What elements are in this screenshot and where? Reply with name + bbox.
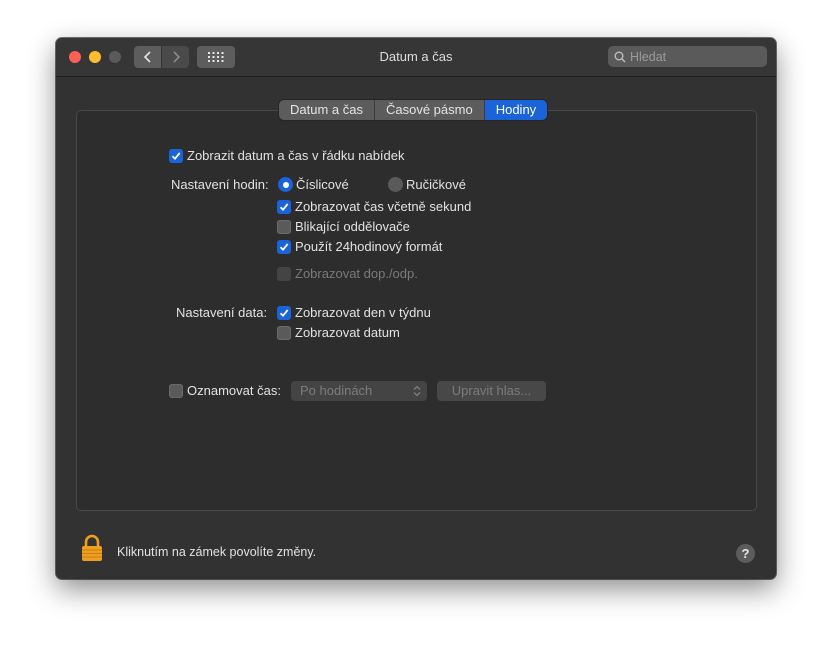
digital-radio-label: Číslicové xyxy=(296,177,349,192)
announce-time-label: Oznamovat čas: xyxy=(187,383,281,398)
analog-radio[interactable] xyxy=(388,177,403,192)
announce-time-checkbox[interactable] xyxy=(169,384,183,398)
tab-bar: Datum a čas Časové pásmo Hodiny xyxy=(279,100,548,120)
show-seconds-checkbox[interactable] xyxy=(277,200,291,214)
lock-message: Kliknutím na zámek povolíte změny. xyxy=(117,545,317,559)
analog-radio-label: Ručičkové xyxy=(406,177,466,192)
use-24h-label: Použít 24hodinový formát xyxy=(295,239,443,254)
show-day-of-week-label: Zobrazovat den v týdnu xyxy=(295,305,431,320)
title-bar: Datum a čas Hledat xyxy=(56,38,776,77)
tab-time-zone[interactable]: Časové pásmo xyxy=(374,100,485,120)
search-icon xyxy=(614,51,626,63)
search-placeholder: Hledat xyxy=(630,49,667,64)
show-date-label: Zobrazovat datum xyxy=(295,325,400,340)
checkmark-icon xyxy=(171,152,181,161)
preferences-window: Datum a čas Hledat Datum a čas Časové pá… xyxy=(56,38,776,579)
digital-radio[interactable] xyxy=(278,177,293,192)
tab-clock[interactable]: Hodiny xyxy=(484,100,548,120)
show-ampm-checkbox xyxy=(277,267,291,281)
tab-date-time[interactable]: Datum a čas xyxy=(279,100,375,120)
date-options-label: Nastavení data: xyxy=(176,305,268,320)
customize-voice-button: Upravit hlas... xyxy=(437,381,546,401)
chevron-updown-icon xyxy=(413,385,421,397)
show-day-of-week-checkbox[interactable] xyxy=(277,306,291,320)
time-options-label: Nastavení hodin: xyxy=(171,177,269,192)
help-button[interactable]: ? xyxy=(736,544,755,563)
announce-interval-select: Po hodinách xyxy=(291,381,427,401)
checkmark-icon xyxy=(279,203,289,212)
show-in-menubar-checkbox[interactable] xyxy=(169,149,183,163)
show-date-checkbox[interactable] xyxy=(277,326,291,340)
announce-interval-value: Po hodinách xyxy=(300,383,373,398)
show-in-menubar-label: Zobrazit datum a čas v řádku nabídek xyxy=(187,148,405,163)
flash-separators-label: Blikající oddělovače xyxy=(295,219,410,234)
use-24h-checkbox[interactable] xyxy=(277,240,291,254)
flash-separators-checkbox[interactable] xyxy=(277,220,291,234)
checkmark-icon xyxy=(279,243,289,252)
checkmark-icon xyxy=(279,309,289,318)
search-field[interactable]: Hledat xyxy=(608,46,767,67)
show-ampm-label: Zobrazovat dop./odp. xyxy=(295,266,418,281)
lock-icon[interactable] xyxy=(81,534,103,567)
show-seconds-label: Zobrazovat čas včetně sekund xyxy=(295,199,472,214)
